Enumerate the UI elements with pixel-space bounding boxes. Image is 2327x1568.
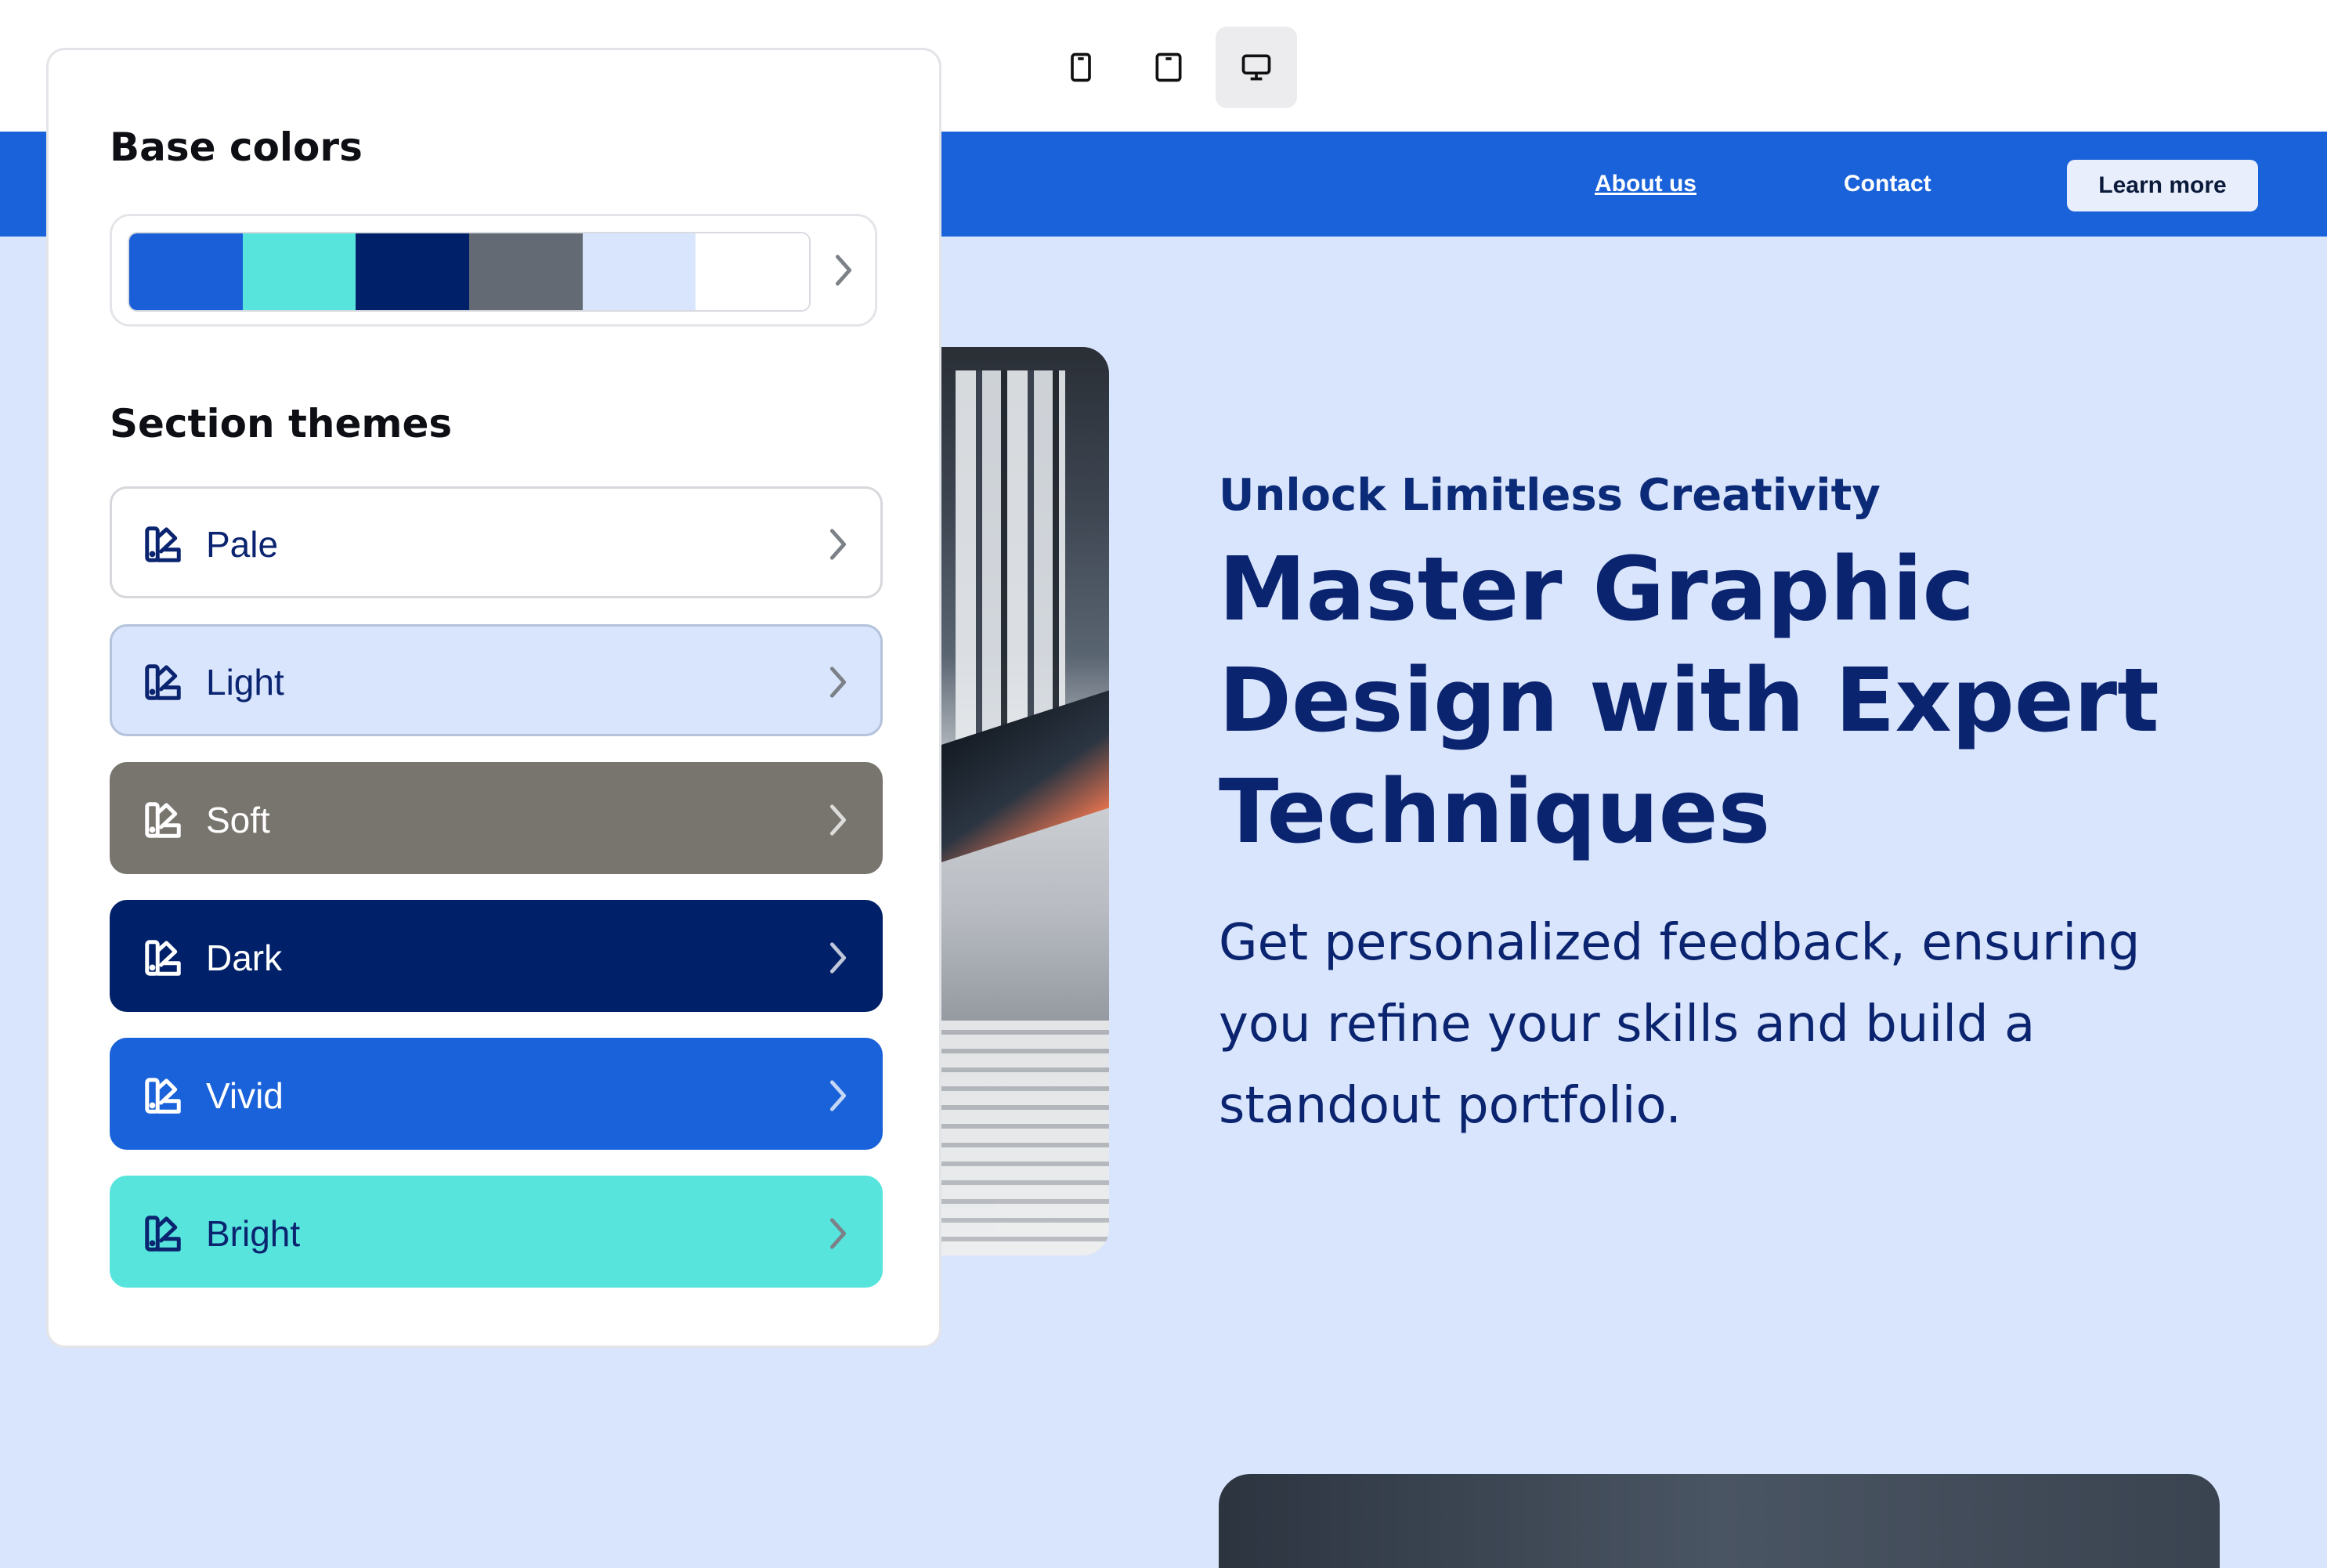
theme-row-dark[interactable]: Dark	[110, 900, 883, 1012]
section-themes-heading: Section themes	[110, 401, 453, 446]
desktop-preview-button[interactable]	[1216, 27, 1297, 108]
phone-icon	[1071, 52, 1091, 82]
nav-link-about-us[interactable]: About us	[1595, 171, 1696, 197]
palette-swatch-icon	[145, 802, 181, 838]
theme-row-label: Light	[206, 662, 284, 703]
color-swatch	[696, 233, 809, 310]
color-swatch	[356, 233, 470, 310]
theme-row-bright[interactable]: Bright	[110, 1176, 883, 1288]
color-swatch	[242, 233, 356, 310]
color-swatches	[128, 232, 811, 312]
base-colors-heading: Base colors	[110, 125, 363, 170]
base-colors-picker[interactable]	[110, 214, 877, 327]
color-swatch	[129, 233, 243, 310]
theme-row-light[interactable]: Light	[110, 624, 883, 736]
chevron-right-icon	[829, 942, 847, 974]
theme-row-pale[interactable]: Pale	[110, 486, 883, 598]
palette-swatch-icon	[145, 940, 181, 976]
palette-swatch-icon	[145, 1078, 181, 1114]
hero-title: Master Graphic Design with Expert Techni…	[1219, 539, 2159, 863]
tablet-preview-button[interactable]	[1128, 27, 1209, 108]
theme-row-label: Vivid	[206, 1075, 284, 1116]
chevron-right-icon	[835, 255, 852, 286]
learn-more-button[interactable]: Learn more	[2067, 160, 2258, 211]
theme-row-vivid[interactable]: Vivid	[110, 1038, 883, 1150]
color-swatch	[582, 233, 696, 310]
theme-row-label: Soft	[206, 800, 270, 840]
palette-swatch-icon	[145, 664, 181, 700]
chevron-right-icon	[829, 804, 847, 836]
mobile-preview-button[interactable]	[1040, 27, 1122, 108]
hero-eyebrow: Unlock Limitless Creativity	[1219, 470, 1881, 521]
tablet-icon	[1155, 52, 1182, 82]
theme-row-label: Bright	[206, 1213, 301, 1254]
chevron-right-icon	[829, 667, 847, 698]
hero-body: Get personalized feedback, ensuring you …	[1219, 914, 2141, 1135]
chevron-right-icon	[829, 1218, 847, 1249]
section-image	[1219, 1474, 2220, 1568]
palette-swatch-icon	[145, 526, 181, 562]
palette-swatch-icon	[145, 1216, 181, 1252]
theme-row-label: Pale	[206, 524, 279, 565]
chevron-right-icon	[829, 529, 847, 560]
theme-panel: Base colors Section themes Pale Light Soft…	[46, 48, 941, 1348]
chevron-right-icon	[829, 1080, 847, 1111]
desktop-icon	[1241, 54, 1271, 81]
device-preview-switcher	[1040, 27, 1297, 108]
color-swatch	[469, 233, 583, 310]
theme-row-soft[interactable]: Soft	[110, 762, 883, 874]
theme-row-label: Dark	[206, 938, 283, 978]
nav-link-contact[interactable]: Contact	[1844, 171, 1931, 197]
